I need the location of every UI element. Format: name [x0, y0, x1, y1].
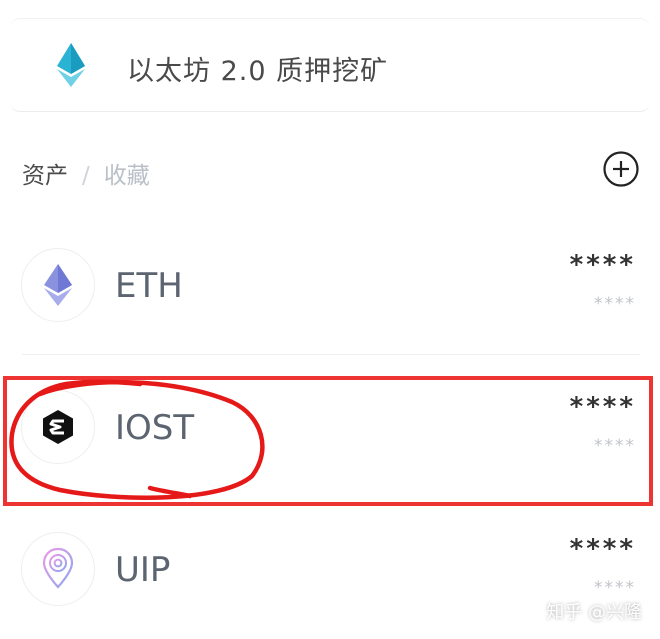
- tab-separator: /: [82, 163, 90, 189]
- asset-value: ****: [594, 578, 636, 598]
- uip-icon: [21, 532, 95, 606]
- asset-balance: ****: [569, 534, 636, 564]
- ethereum-icon: [57, 43, 85, 87]
- ethereum-icon: [21, 248, 95, 322]
- asset-balance: ****: [569, 250, 636, 280]
- tab-assets[interactable]: 资产: [22, 163, 68, 189]
- asset-name: UIP: [115, 550, 171, 590]
- asset-name: ETH: [115, 266, 183, 306]
- asset-tabs: 资产 / 收藏: [22, 156, 150, 190]
- watermark: 知乎 @兴隆: [546, 602, 642, 623]
- asset-row-eth[interactable]: ETH **** ****: [0, 222, 660, 352]
- plus-circle-icon[interactable]: [603, 151, 639, 187]
- banner-title: 以太坊 2.0 质押挖矿: [127, 56, 389, 87]
- asset-value: ****: [594, 294, 636, 314]
- eth2-staking-banner[interactable]: 以太坊 2.0 质押挖矿: [10, 18, 650, 112]
- tab-favorites[interactable]: 收藏: [104, 163, 150, 189]
- circle-annotation: [9, 379, 265, 500]
- row-divider: [22, 354, 640, 355]
